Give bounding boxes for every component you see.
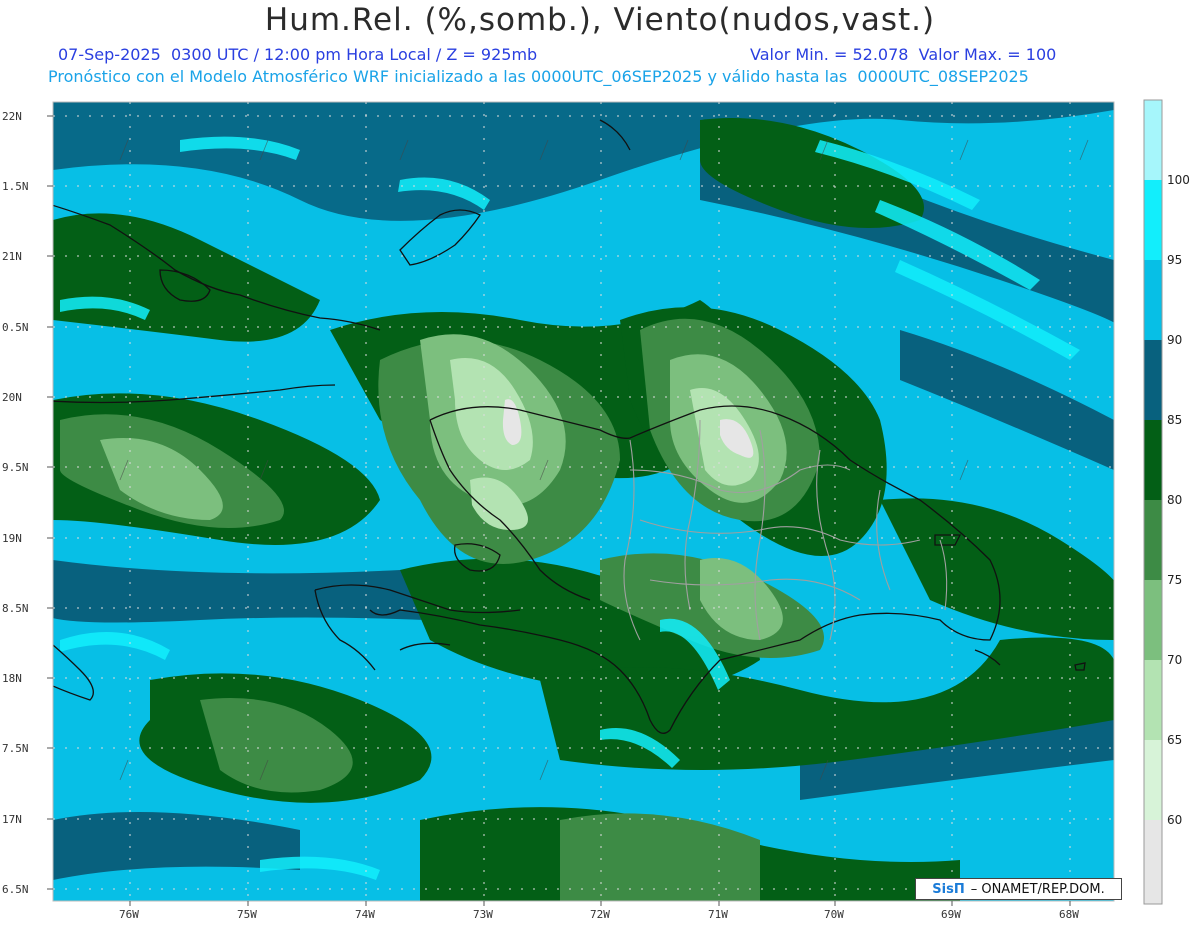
lon-label: 75W: [237, 908, 257, 921]
lon-label: 69W: [941, 908, 961, 921]
colorbar: 100 95 90 85 80 75 70 65 60: [1143, 99, 1190, 905]
lon-label: 68W: [1059, 908, 1079, 921]
colorbar-swatch: [1144, 660, 1162, 740]
colorbar-label: 70: [1167, 653, 1182, 667]
colorbar-label: 90: [1167, 333, 1182, 347]
lat-label: 20N: [2, 391, 22, 404]
lat-label: 6.5N: [2, 883, 29, 896]
lat-label: 21N: [2, 250, 22, 263]
sispi-logo: SisΠ: [932, 881, 965, 897]
colorbar-label: 60: [1167, 813, 1182, 827]
colorbar-swatch: [1144, 100, 1162, 180]
weather-map-figure: 22N 1.5N 21N 0.5N 20N 9.5N 19N 8.5N 18N …: [2, 99, 1190, 921]
credit-box: SisΠ – ONAMET/REP.DOM.: [915, 878, 1122, 900]
colorbar-swatch: [1144, 740, 1162, 820]
lat-label: 18N: [2, 672, 22, 685]
lat-label: 17N: [2, 813, 22, 826]
colorbar-label: 75: [1167, 573, 1182, 587]
lat-label: 8.5N: [2, 602, 29, 615]
colorbar-swatch: [1144, 820, 1162, 904]
colorbar-swatch: [1144, 340, 1162, 420]
colorbar-swatch: [1144, 180, 1162, 260]
latitude-axis: 22N 1.5N 21N 0.5N 20N 9.5N 19N 8.5N 18N …: [2, 110, 53, 896]
lon-label: 71W: [708, 908, 728, 921]
lon-label: 72W: [590, 908, 610, 921]
colorbar-swatch: [1144, 500, 1162, 580]
lon-label: 74W: [355, 908, 375, 921]
model-info-line: Pronóstico con el Modelo Atmosférico WRF…: [48, 67, 1029, 86]
colorbar-swatch: [1144, 420, 1162, 500]
lat-label: 22N: [2, 110, 22, 123]
lon-label: 76W: [119, 908, 139, 921]
longitude-axis: 76W 75W 74W 73W 72W 71W 70W 69W 68W: [119, 901, 1079, 921]
lat-label: 0.5N: [2, 321, 29, 334]
colorbar-swatch: [1144, 580, 1162, 660]
map-title: Hum.Rel. (%,somb.), Viento(nudos,vast.): [264, 2, 936, 38]
colorbar-label: 65: [1167, 733, 1182, 747]
colorbar-label: 95: [1167, 253, 1182, 267]
colorbar-label: 80: [1167, 493, 1182, 507]
lon-label: 73W: [473, 908, 493, 921]
datetime-line: 07-Sep-2025 0300 UTC / 12:00 pm Hora Loc…: [58, 45, 538, 64]
lat-label: 7.5N: [2, 742, 29, 755]
lat-label: 19N: [2, 532, 22, 545]
lat-label: 1.5N: [2, 180, 29, 193]
colorbar-label: 85: [1167, 413, 1182, 427]
lon-label: 70W: [824, 908, 844, 921]
colorbar-label: 100: [1167, 173, 1190, 187]
minmax-line: Valor Min. = 52.078 Valor Max. = 100: [750, 45, 1057, 64]
credit-text: – ONAMET/REP.DOM.: [970, 881, 1105, 897]
humidity-field-map: [53, 102, 1114, 901]
lat-label: 9.5N: [2, 461, 29, 474]
colorbar-swatch: [1144, 260, 1162, 340]
